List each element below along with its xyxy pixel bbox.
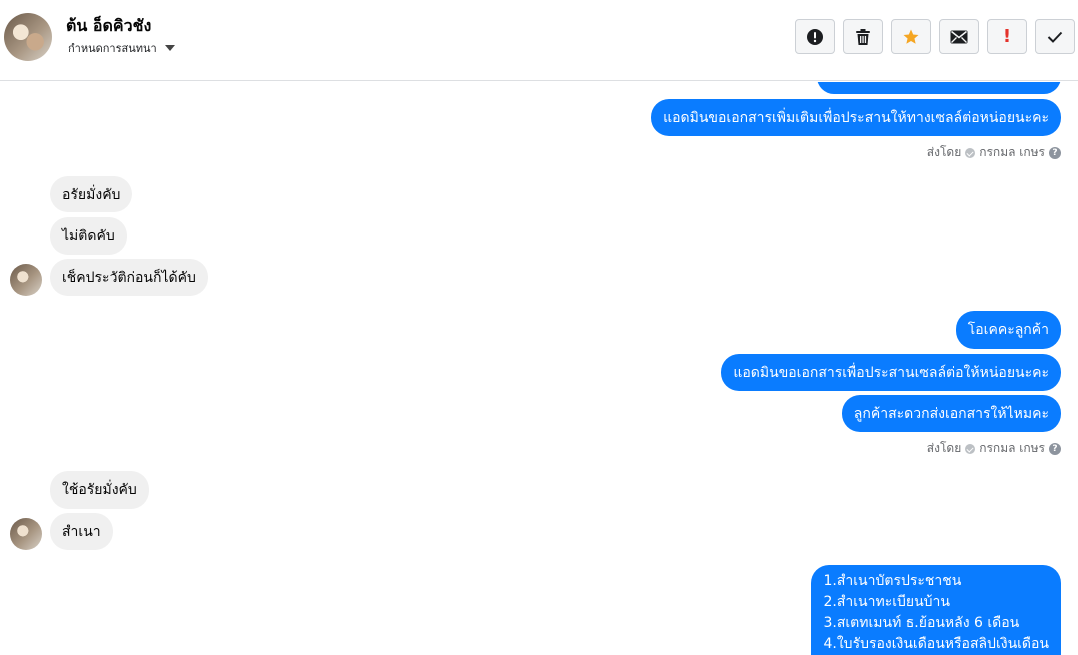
report-button[interactable] — [795, 19, 835, 54]
alert-circle-icon — [807, 28, 823, 45]
help-icon[interactable]: ? — [1049, 442, 1061, 455]
verified-check-icon — [965, 147, 976, 158]
star-button[interactable] — [891, 19, 931, 54]
mark-unread-button[interactable] — [939, 19, 979, 54]
document-list-line: 3.สเตทเมนท์ ธ.ย้อนหลัง 6 เดือน — [823, 615, 1020, 631]
incoming-message[interactable]: ใช้อรัยมั่งคับ — [50, 471, 149, 509]
verified-check-icon — [965, 443, 976, 454]
outgoing-message-partial[interactable] — [817, 82, 1061, 94]
outgoing-message[interactable]: ลูกค้าสะดวกส่งเอกสารให้ไหมคะ — [841, 395, 1061, 432]
delete-button[interactable] — [843, 19, 883, 54]
check-icon — [1047, 31, 1063, 43]
contact-avatar-small[interactable] — [10, 518, 42, 550]
incoming-message[interactable]: เช็คประวัติก่อนก็ได้คับ — [50, 259, 208, 296]
document-list-line: 2.สำเนาทะเบียนบ้าน — [823, 594, 950, 610]
help-icon[interactable]: ? — [1049, 146, 1061, 159]
sent-by-name[interactable]: กรกมล เกษร — [979, 143, 1045, 162]
sent-by-name[interactable]: กรกมล เกษร — [979, 439, 1045, 458]
document-list-line: 4.ใบรับรองเงินเดือนหรือสลิปเงินเดือน — [823, 636, 1049, 652]
exclamation-icon: ! — [1002, 25, 1012, 47]
star-icon — [903, 29, 919, 44]
message-thread[interactable]: แอดมินขอเอกสารเพิ่มเติมเพื่อประสานให้ทาง… — [0, 82, 1078, 655]
sent-by-label: ส่งโดย — [926, 441, 962, 455]
contact-name[interactable]: ต้น อ็ดคิวชัง — [66, 14, 151, 39]
mark-done-button[interactable] — [1035, 19, 1075, 54]
outgoing-message[interactable]: แอดมินขอเอกสารเพื่อประสานเซลล์ต่อให้หน่อ… — [721, 354, 1061, 391]
contact-avatar[interactable] — [4, 13, 52, 61]
outgoing-message[interactable]: โอเคคะลูกค้า — [955, 311, 1061, 349]
contact-avatar-small[interactable] — [10, 264, 42, 296]
incoming-message[interactable]: สำเนา — [50, 513, 113, 550]
toolbar: ! — [795, 19, 1075, 54]
document-list-line: 1.สำเนาบัตรประชาชน — [823, 573, 962, 589]
sent-by-label: ส่งโดย — [926, 145, 962, 159]
caret-down-icon — [164, 45, 175, 51]
conversation-schedule-label: กำหนดการสนทนา — [68, 42, 157, 55]
incoming-message[interactable]: ไม่ติดคับ — [50, 217, 127, 255]
incoming-message[interactable]: อรัยมั่งคับ — [50, 176, 133, 212]
envelope-icon — [950, 30, 968, 43]
outgoing-message-document-list[interactable]: 1.สำเนาบัตรประชาชน 2.สำเนาทะเบียนบ้าน 3.… — [811, 565, 1061, 655]
conversation-schedule-dropdown[interactable]: กำหนดการสนทนา — [68, 39, 175, 57]
conversation-header: ต้น อ็ดคิวชัง กำหนดการสนทนา ! — [0, 0, 1078, 81]
sent-by-info: ส่งโดย กรกมล เกษร ? — [927, 143, 1061, 162]
outgoing-message[interactable]: แอดมินขอเอกสารเพิ่มเติมเพื่อประสานให้ทาง… — [651, 99, 1061, 136]
trash-icon — [856, 28, 870, 45]
sent-by-info: ส่งโดย กรกมล เกษร ? — [927, 439, 1061, 458]
important-button[interactable]: ! — [987, 19, 1027, 54]
